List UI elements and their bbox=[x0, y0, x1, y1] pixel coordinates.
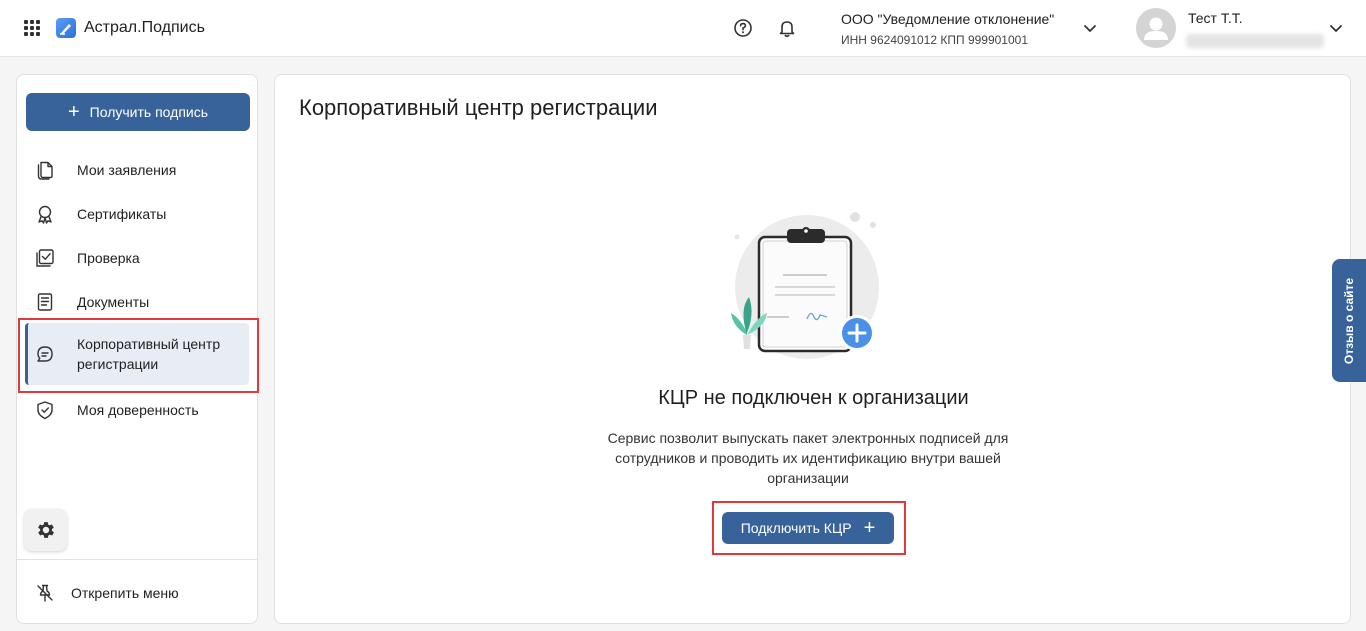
unpin-menu-button[interactable]: Открепить меню bbox=[35, 583, 179, 603]
feedback-tab[interactable]: Отзыв о сайте bbox=[1332, 259, 1366, 382]
feedback-label: Отзыв о сайте bbox=[1342, 277, 1356, 364]
divider bbox=[17, 559, 257, 560]
avatar[interactable] bbox=[1136, 8, 1176, 48]
highlight-frame bbox=[712, 501, 906, 555]
clipboard-illustration-icon bbox=[731, 212, 879, 359]
empty-state-description: Сервис позволит выпускать пакет электрон… bbox=[607, 430, 1009, 486]
sidebar-item-label: Сертификаты bbox=[77, 206, 167, 222]
check-square-icon bbox=[36, 249, 54, 267]
sidebar-item-documents[interactable]: Документы bbox=[25, 291, 249, 313]
sidebar-item-label: Моя доверенность bbox=[77, 402, 199, 418]
sidebar-item-label: Мои заявления bbox=[77, 162, 177, 178]
apps-grid-icon[interactable] bbox=[24, 20, 40, 36]
user-name[interactable]: Тест Т.Т. bbox=[1188, 10, 1243, 26]
documents-icon bbox=[37, 161, 53, 180]
top-header: Астрал.Подпись ООО "Уведомление отклонен… bbox=[0, 0, 1366, 57]
shield-check-icon bbox=[37, 401, 53, 420]
chevron-down-icon[interactable] bbox=[1328, 20, 1344, 36]
sidebar-item-label: Документы bbox=[77, 294, 150, 310]
sidebar-item-certificates[interactable]: Сертификаты bbox=[25, 203, 249, 225]
gear-icon bbox=[37, 522, 54, 538]
unpin-menu-label: Открепить меню bbox=[71, 585, 179, 601]
sidebar-item-label: Проверка bbox=[77, 250, 140, 266]
user-email-blurred bbox=[1186, 34, 1324, 48]
bell-icon[interactable] bbox=[777, 18, 797, 38]
chevron-down-icon[interactable] bbox=[1082, 20, 1098, 36]
astral-logo-icon[interactable] bbox=[56, 18, 76, 38]
get-signature-button[interactable]: + Получить подпись bbox=[26, 93, 250, 131]
user-icon bbox=[1144, 17, 1168, 40]
plus-icon: + bbox=[67, 101, 80, 123]
sidebar-item-power-of-attorney[interactable]: Моя доверенность bbox=[25, 399, 249, 421]
organization-name[interactable]: ООО "Уведомление отклонение" bbox=[841, 11, 1054, 27]
highlight-frame bbox=[18, 318, 259, 393]
page-title: Корпоративный центр регистрации bbox=[299, 95, 658, 120]
empty-state-title: КЦР не подключен к организации bbox=[658, 387, 969, 409]
get-signature-label: Получить подпись bbox=[89, 104, 209, 120]
help-icon[interactable] bbox=[733, 18, 753, 38]
app-title[interactable]: Астрал.Подпись bbox=[84, 19, 205, 37]
settings-button[interactable] bbox=[24, 509, 67, 551]
document-icon bbox=[37, 293, 53, 311]
organization-requisites: ИНН 9624091012 КПП 999901001 bbox=[841, 33, 1029, 47]
sidebar-item-verification[interactable]: Проверка bbox=[25, 247, 249, 269]
unpin-icon bbox=[37, 584, 53, 602]
sidebar-item-applications[interactable]: Мои заявления bbox=[25, 159, 249, 181]
award-icon bbox=[38, 205, 52, 224]
